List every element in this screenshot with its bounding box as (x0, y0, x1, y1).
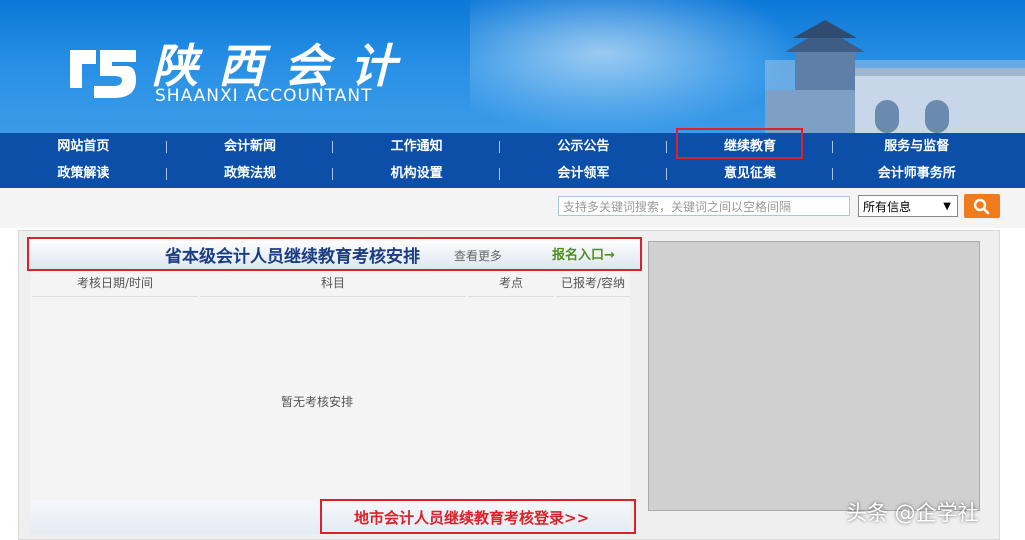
nav-item-notices[interactable]: 工作通知 (333, 133, 501, 160)
exam-section-title: 省本级会计人员继续教育考核安排 (165, 247, 420, 267)
search-button[interactable] (964, 194, 1000, 218)
nav-item-regulations[interactable]: 政策法规 (167, 160, 334, 187)
search-input[interactable]: 支持多关键词搜索，关键词之间以空格间隔 (558, 196, 850, 216)
caret-down-icon: ▼ (943, 201, 951, 212)
logo-english-text: SHAANXI ACCOUNTANT (155, 86, 373, 106)
city-wall-graphic (765, 20, 1025, 133)
nav-item-policy-interpretation[interactable]: 政策解读 (0, 160, 167, 187)
nav-item-home[interactable]: 网站首页 (0, 133, 167, 160)
more-link[interactable]: 查看更多 (454, 247, 502, 264)
nav-item-firms[interactable]: 会计师事务所 (833, 160, 1000, 187)
search-icon (973, 198, 990, 215)
column-header-capacity: 已报考/容纳 (556, 276, 630, 297)
nav-item-leaders[interactable]: 会计领军 (500, 160, 667, 187)
column-header-date: 考核日期/时间 (32, 276, 198, 297)
nav-row-2: 政策解读 政策法规 机构设置 会计领军 意见征集 会计师事务所 (0, 160, 1000, 187)
empty-state-text: 暂无考核安排 (281, 395, 354, 409)
search-scope-select[interactable]: 所有信息 ▼ (858, 195, 958, 217)
nav-row-1: 网站首页 会计新闻 工作通知 公示公告 继续教育 服务与监督 (0, 133, 1000, 160)
map-graphic (470, 0, 800, 133)
nav-item-organization[interactable]: 机构设置 (333, 160, 501, 187)
column-header-location: 考点 (468, 276, 554, 297)
highlight-box-nav (676, 128, 803, 159)
watermark-text: 头条 @企学社 (846, 501, 979, 525)
nav-item-service[interactable]: 服务与监督 (833, 133, 1000, 160)
side-image-placeholder (648, 241, 980, 511)
logo-icon (70, 50, 136, 98)
main-nav: 网站首页 会计新闻 工作通知 公示公告 继续教育 服务与监督 政策解读 政策法规… (0, 133, 1025, 188)
nav-item-news[interactable]: 会计新闻 (167, 133, 334, 160)
site-header: 陕西会计 SHAANXI ACCOUNTANT (0, 0, 1025, 133)
nav-item-feedback[interactable]: 意见征集 (667, 160, 834, 187)
city-login-link[interactable]: 地市会计人员继续教育考核登录>> (354, 507, 589, 528)
nav-item-announcements[interactable]: 公示公告 (500, 133, 667, 160)
signup-link[interactable]: 报名入口→ (552, 244, 615, 263)
column-header-subject: 科目 (200, 276, 466, 297)
search-scope-value: 所有信息 (863, 200, 912, 214)
